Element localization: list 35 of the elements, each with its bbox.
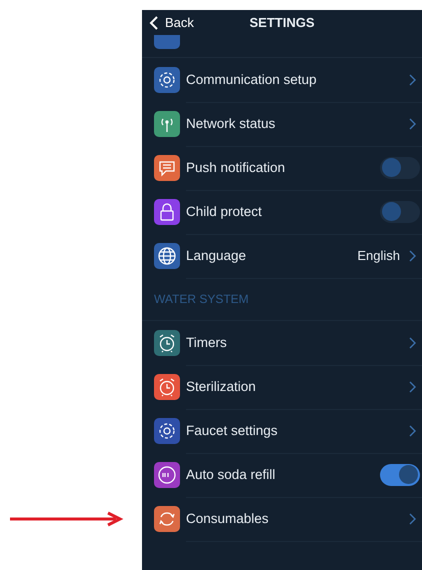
section-title: WATER SYSTEM <box>142 278 422 321</box>
settings-row[interactable]: Sterilization <box>142 365 422 409</box>
setting-label: Network status <box>186 116 276 131</box>
settings-row[interactable]: Communication setup <box>142 58 422 102</box>
settings-row[interactable]: Timers <box>142 321 422 365</box>
chevron-left-icon <box>149 16 159 30</box>
settings-row[interactable]: Child protect <box>142 190 422 234</box>
setting-label: Sterilization <box>186 379 257 394</box>
toggle-switch[interactable] <box>380 464 420 486</box>
chevron-right-icon <box>409 250 416 262</box>
chevron-right-icon <box>409 380 416 392</box>
chevron-right-icon <box>409 74 416 86</box>
setting-label: Faucet settings <box>186 423 279 438</box>
settings-row[interactable]: Faucet settings <box>142 409 422 453</box>
settings-row[interactable]: Network status <box>142 102 422 146</box>
settings-row[interactable]: Language English <box>142 234 422 278</box>
settings-row[interactable]: Consumables <box>142 497 422 541</box>
setting-value: English <box>357 248 400 263</box>
setting-label: Consumables <box>186 511 270 526</box>
settings-row[interactable]: Push notification <box>142 146 422 190</box>
chevron-right-icon <box>409 118 416 130</box>
toggle-switch[interactable] <box>380 156 420 178</box>
setting-label: Communication setup <box>186 72 318 87</box>
back-button[interactable]: Back <box>142 15 194 30</box>
chevron-right-icon <box>409 512 416 524</box>
setting-label: Timers <box>186 335 228 350</box>
setting-label: Language <box>186 248 248 263</box>
toggle-switch[interactable] <box>380 200 420 222</box>
chevron-right-icon <box>409 424 416 436</box>
setting-label: Push notification <box>186 160 286 175</box>
setting-label: Auto soda refill <box>186 467 276 482</box>
screen-title: SETTINGS <box>249 15 314 30</box>
chevron-right-icon <box>409 336 416 348</box>
settings-row[interactable]: Auto soda refill <box>142 453 422 497</box>
setting-label: Child protect <box>186 204 263 219</box>
